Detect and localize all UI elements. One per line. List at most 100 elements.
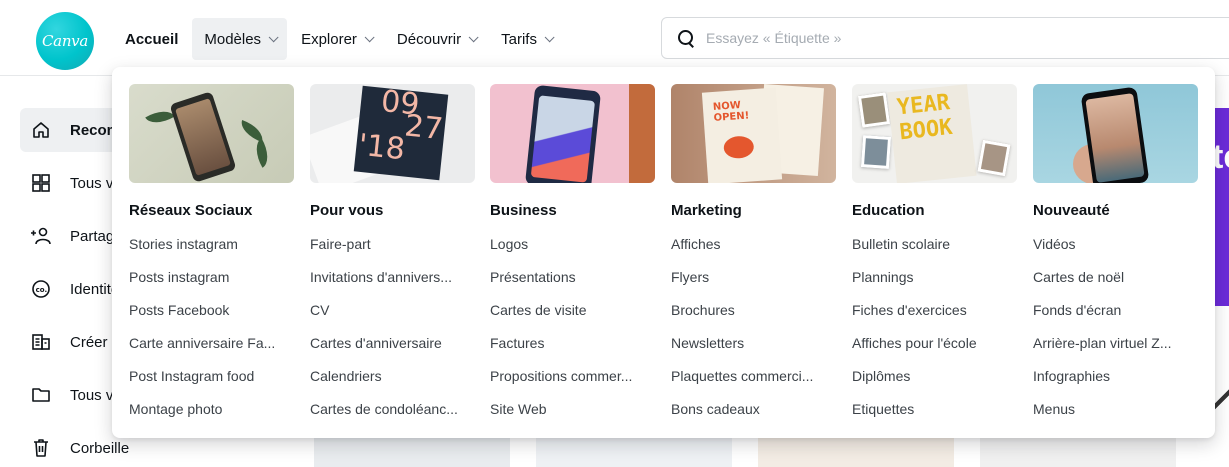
dropdown-column-business: Business Logos Présentations Cartes de v… [490, 84, 655, 426]
menu-item[interactable]: Post Instagram food [129, 360, 294, 393]
background-image-fragment [1214, 380, 1229, 420]
phone-graphic [169, 91, 237, 183]
new-thumbnail[interactable] [1033, 84, 1198, 183]
column-title[interactable]: Réseaux Sociaux [129, 202, 294, 222]
menu-item[interactable]: Newsletters [671, 327, 836, 360]
menu-item[interactable]: Posts Facebook [129, 294, 294, 327]
menu-item[interactable]: Fiches d'exercices [852, 294, 1017, 327]
business-thumbnail[interactable] [490, 84, 655, 183]
menu-item[interactable]: Faire-part [310, 228, 475, 261]
yearbook-graphic: YEAR BOOK [887, 84, 977, 183]
team-icon [30, 331, 52, 353]
column-title[interactable]: Business [490, 202, 655, 222]
search-input[interactable] [706, 30, 1166, 46]
people-icon [30, 225, 52, 247]
menu-item[interactable]: Affiches pour l'école [852, 327, 1017, 360]
menu-item[interactable]: Montage photo [129, 393, 294, 426]
column-links: Faire-part Invitations d'annivers... CV … [310, 228, 475, 426]
menu-item[interactable]: Vidéos [1033, 228, 1198, 261]
menu-item[interactable]: Présentations [490, 261, 655, 294]
templates-dropdown-menu: Réseaux Sociaux Stories instagram Posts … [112, 67, 1215, 438]
photo-graphic [977, 139, 1011, 177]
background-banner: te [1212, 108, 1229, 306]
brand-kit-icon: co. [30, 278, 52, 300]
menu-item[interactable]: Cartes de noël [1033, 261, 1198, 294]
marketing-thumbnail[interactable]: NOW OPEN! [671, 84, 836, 183]
social-media-thumbnail[interactable] [129, 84, 294, 183]
menu-item[interactable]: Infographies [1033, 360, 1198, 393]
nav-explore[interactable]: Explorer [289, 18, 383, 60]
plant-pot-graphic [629, 84, 655, 183]
menu-item[interactable]: Carte anniversaire Fa... [129, 327, 294, 360]
menu-item[interactable]: Posts instagram [129, 261, 294, 294]
search-bar[interactable] [661, 17, 1229, 59]
dropdown-column-social: Réseaux Sociaux Stories instagram Posts … [129, 84, 294, 426]
nav-pricing[interactable]: Tarifs [489, 18, 563, 60]
dropdown-column-education: YEAR BOOK Education Bulletin scolaire Pl… [852, 84, 1017, 426]
column-title[interactable]: Pour vous [310, 202, 475, 222]
dropdown-column-for-you: 09 27 '18 Pour vous Faire-part Invitatio… [310, 84, 475, 426]
menu-item[interactable]: Calendriers [310, 360, 475, 393]
svg-text:co.: co. [36, 286, 48, 294]
canva-logo[interactable]: Canva [36, 12, 94, 70]
poster-text: NOW OPEN! [712, 100, 750, 124]
nav-templates-label: Modèles [204, 30, 262, 48]
column-title[interactable]: Marketing [671, 202, 836, 222]
nav-templates[interactable]: Modèles [192, 18, 288, 60]
trash-icon [30, 437, 52, 459]
nav-pricing-label: Tarifs [501, 30, 537, 48]
chevron-down-icon [268, 31, 279, 42]
photo-graphic [857, 92, 891, 128]
column-title[interactable]: Nouveauté [1033, 202, 1198, 222]
menu-item[interactable]: Flyers [671, 261, 836, 294]
menu-item[interactable]: Menus [1033, 393, 1198, 426]
menu-item[interactable]: Site Web [490, 393, 655, 426]
menu-item[interactable]: Fonds d'écran [1033, 294, 1198, 327]
menu-item[interactable]: Factures [490, 327, 655, 360]
column-links: Logos Présentations Cartes de visite Fac… [490, 228, 655, 426]
sidebar-item-label: Corbeille [70, 439, 130, 457]
menu-item[interactable]: Invitations d'annivers... [310, 261, 475, 294]
chevron-down-icon [364, 31, 375, 42]
home-icon [30, 119, 52, 141]
menu-item[interactable]: Cartes d'anniversaire [310, 327, 475, 360]
pizza-graphic [723, 135, 755, 160]
menu-item[interactable]: Brochures [671, 294, 836, 327]
background-card [536, 437, 732, 467]
menu-item[interactable]: Etiquettes [852, 393, 1017, 426]
photo-graphic [860, 135, 892, 169]
poster-graphic: NOW OPEN! [701, 87, 783, 183]
invitation-card-graphic: 09 27 '18 [353, 84, 449, 181]
menu-item[interactable]: Affiches [671, 228, 836, 261]
background-card [314, 437, 510, 467]
menu-item[interactable]: Cartes de condoléanc... [310, 393, 475, 426]
menu-item[interactable]: Propositions commer... [490, 360, 655, 393]
menu-item[interactable]: Plaquettes commerci... [671, 360, 836, 393]
menu-item[interactable]: Arrière-plan virtuel Z... [1033, 327, 1198, 360]
menu-item[interactable]: Diplômes [852, 360, 1017, 393]
menu-item[interactable]: Bulletin scolaire [852, 228, 1017, 261]
background-card [980, 437, 1176, 467]
nav-home[interactable]: Accueil [113, 18, 190, 60]
top-navigation-bar: Canva Accueil Modèles Explorer Découvrir… [0, 0, 1229, 76]
chevron-down-icon [468, 31, 479, 42]
column-title[interactable]: Education [852, 202, 1017, 222]
menu-item[interactable]: Plannings [852, 261, 1017, 294]
logo-text: Canva [42, 32, 88, 50]
education-thumbnail[interactable]: YEAR BOOK [852, 84, 1017, 183]
nav-discover[interactable]: Découvrir [385, 18, 487, 60]
menu-item[interactable]: Logos [490, 228, 655, 261]
chevron-down-icon [544, 31, 555, 42]
dropdown-column-marketing: NOW OPEN! Marketing Affiches Flyers Broc… [671, 84, 836, 426]
card-number: 27 [402, 108, 445, 148]
nav-explore-label: Explorer [301, 30, 357, 48]
yearbook-text: YEAR BOOK [895, 90, 954, 146]
menu-item[interactable]: Stories instagram [129, 228, 294, 261]
menu-item[interactable]: Cartes de visite [490, 294, 655, 327]
nav-discover-label: Découvrir [396, 30, 462, 48]
menu-item[interactable]: Bons cadeaux [671, 393, 836, 426]
main-nav: Accueil Modèles Explorer Découvrir Tarif… [113, 18, 563, 60]
for-you-thumbnail[interactable]: 09 27 '18 [310, 84, 475, 183]
card-number: '18 [356, 127, 407, 168]
menu-item[interactable]: CV [310, 294, 475, 327]
